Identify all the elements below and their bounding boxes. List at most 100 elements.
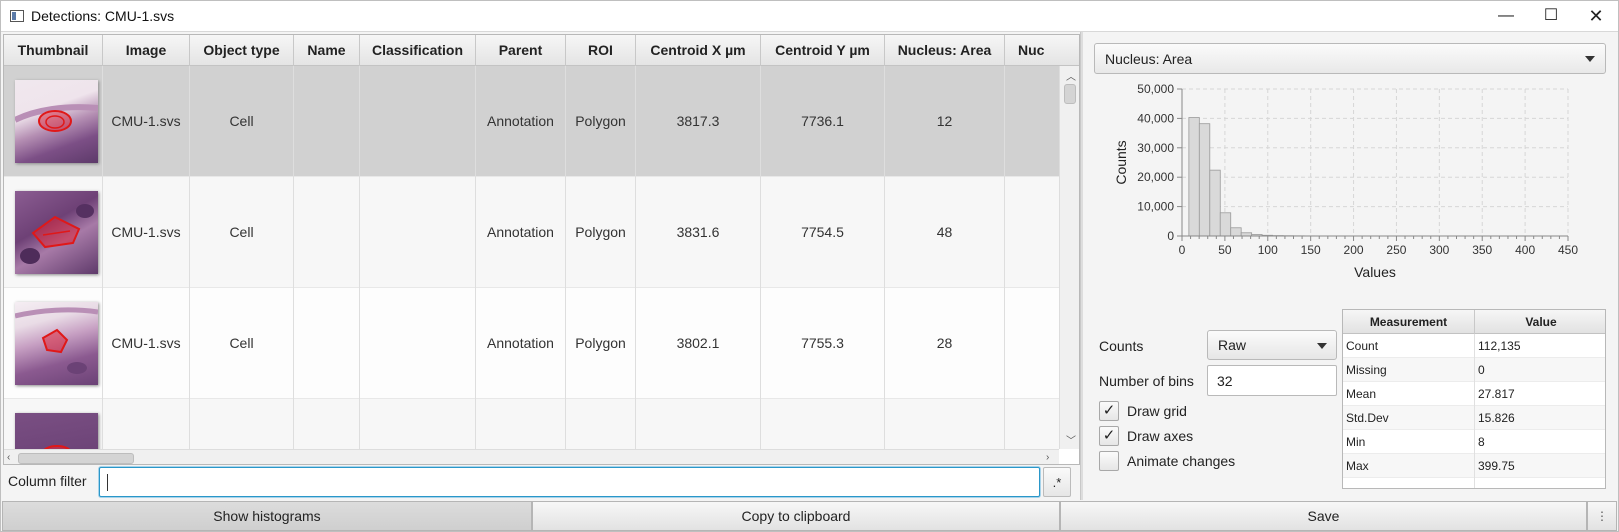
y-tick-label: 10,000 <box>1137 200 1174 214</box>
x-tick-label: 300 <box>1429 243 1449 257</box>
maximize-button[interactable]: ☐ <box>1528 1 1574 32</box>
centroid-y-cell: 7736.1 <box>761 66 885 177</box>
bins-input-value: 32 <box>1217 373 1233 389</box>
image-cell: CMU-1.svs <box>103 177 190 288</box>
roi-cell: Polygon <box>566 66 636 177</box>
copy-to-clipboard-button[interactable]: Copy to clipboard <box>532 501 1060 531</box>
stats-value: 27.817 <box>1478 387 1515 401</box>
table-horizontal-scrollbar[interactable]: ‹ › <box>4 449 1059 464</box>
detections-window: Detections: CMU-1.svs — ☐ ✕ Thumbnail Im… <box>0 0 1619 532</box>
y-tick-label: 20,000 <box>1137 170 1174 184</box>
histogram-chart: 0 50 100 150 200 250 300 350 400 450 0 10,000 20,000… <box>1113 82 1578 280</box>
table-row[interactable] <box>4 399 1059 449</box>
draw-axes-label: Draw axes <box>1127 428 1194 444</box>
bins-input[interactable]: 32 <box>1207 365 1337 396</box>
table-vertical-scrollbar[interactable]: ︿ ﹀ <box>1059 66 1079 449</box>
chevron-down-icon <box>1317 343 1327 349</box>
thumbnail-cell <box>4 399 103 449</box>
x-tick-label: 0 <box>1179 243 1186 257</box>
title-bar: Detections: CMU-1.svs — ☐ ✕ <box>1 1 1618 32</box>
centroid-y-cell <box>761 399 885 449</box>
thumbnail-cell <box>4 177 103 288</box>
histogram-bar <box>1198 123 1211 237</box>
vertical-scroll-thumb[interactable] <box>1064 84 1076 104</box>
draw-grid-label: Draw grid <box>1127 403 1187 419</box>
table-header: Thumbnail Image Object type Name Classif… <box>4 35 1079 66</box>
show-histograms-button[interactable]: Show histograms <box>2 501 532 531</box>
stats-row-empty <box>1343 478 1605 488</box>
image-cell <box>103 399 190 449</box>
centroid-y-cell: 7754.5 <box>761 177 885 288</box>
col-header-classification[interactable]: Classification <box>360 35 476 66</box>
stats-col-value[interactable]: Value <box>1475 310 1605 334</box>
close-button[interactable]: ✕ <box>1573 1 1619 32</box>
col-header-object-type[interactable]: Object type <box>190 35 294 66</box>
measurement-select[interactable]: Nucleus: Area <box>1094 43 1606 74</box>
scroll-down-arrow-icon[interactable]: ﹀ <box>1066 432 1076 447</box>
stats-value: 0 <box>1478 363 1485 377</box>
classification-cell <box>360 66 476 177</box>
window-title: Detections: CMU-1.svs <box>31 8 175 24</box>
table-body: CMU-1.svs Cell Annotation Polygon 3817.3… <box>4 66 1059 449</box>
cell-thumbnail-image <box>15 413 98 449</box>
stats-measurement <box>1343 478 1475 488</box>
table-row[interactable]: CMU-1.svs Cell Annotation Polygon 3831.6… <box>4 177 1059 288</box>
roi-cell: Polygon <box>566 177 636 288</box>
y-tick-label: 0 <box>1167 229 1174 243</box>
scroll-up-arrow-icon[interactable]: ︿ <box>1066 68 1076 83</box>
statistics-header: Measurement Value <box>1343 310 1605 334</box>
regex-toggle-button[interactable]: .* <box>1043 467 1071 497</box>
col-header-centroid-y[interactable]: Centroid Y µm <box>761 35 885 66</box>
nucleus-area-cell: 48 <box>885 177 1005 288</box>
col-header-name[interactable]: Name <box>294 35 360 66</box>
horizontal-scroll-thumb[interactable] <box>18 453 134 464</box>
parent-cell: Annotation <box>476 177 566 288</box>
stats-row: Max 399.75 <box>1343 454 1605 478</box>
counts-select[interactable]: Raw <box>1207 330 1337 360</box>
x-tick-label: 450 <box>1558 243 1578 257</box>
column-filter-input[interactable] <box>99 467 1040 497</box>
centroid-x-cell: 3817.3 <box>636 66 761 177</box>
classification-cell <box>360 177 476 288</box>
x-tick-label: 150 <box>1301 243 1321 257</box>
x-tick-label: 400 <box>1515 243 1535 257</box>
save-button[interactable]: Save <box>1060 501 1587 531</box>
col-header-nucleus-area[interactable]: Nucleus: Area <box>885 35 1005 66</box>
histogram-bar <box>1230 227 1242 237</box>
animate-changes-checkbox[interactable] <box>1099 451 1119 471</box>
parent-cell <box>476 399 566 449</box>
table-row[interactable]: CMU-1.svs Cell Annotation Polygon 3802.1… <box>4 288 1059 399</box>
y-axis-label: Counts <box>1113 140 1129 184</box>
text-caret <box>107 474 108 491</box>
col-header-roi[interactable]: ROI <box>566 35 636 66</box>
col-header-nucleus-partial[interactable]: Nuc <box>1005 35 1079 66</box>
more-options-icon[interactable]: ⋮ <box>1587 501 1617 531</box>
panel-splitter[interactable] <box>1080 32 1083 500</box>
minimize-button[interactable]: — <box>1483 1 1529 32</box>
measurement-select-value: Nucleus: Area <box>1105 51 1193 67</box>
roi-cell <box>566 399 636 449</box>
stats-value: 15.826 <box>1478 411 1515 425</box>
stats-measurement: Missing <box>1343 358 1475 382</box>
col-header-centroid-x[interactable]: Centroid X µm <box>636 35 761 66</box>
nucleus-partial-cell <box>1005 399 1059 449</box>
histogram-bar <box>1219 212 1232 237</box>
draw-grid-checkbox[interactable]: ✓ <box>1099 401 1119 421</box>
scroll-right-arrow-icon[interactable]: › <box>1046 452 1049 463</box>
scroll-left-arrow-icon[interactable]: ‹ <box>7 452 10 463</box>
draw-axes-checkbox[interactable]: ✓ <box>1099 426 1119 446</box>
histogram-bar <box>1188 117 1200 237</box>
col-header-thumbnail[interactable]: Thumbnail <box>4 35 103 66</box>
column-filter-label: Column filter <box>8 473 87 489</box>
col-header-parent[interactable]: Parent <box>476 35 566 66</box>
nucleus-partial-cell <box>1005 288 1059 399</box>
classification-cell <box>360 399 476 449</box>
thumbnail-cell <box>4 66 103 177</box>
animate-changes-label: Animate changes <box>1127 453 1236 469</box>
object-type-cell: Cell <box>190 66 294 177</box>
stats-row: Count 112,135 <box>1343 334 1605 358</box>
table-row[interactable]: CMU-1.svs Cell Annotation Polygon 3817.3… <box>4 66 1059 177</box>
stats-col-measurement[interactable]: Measurement <box>1343 310 1475 334</box>
col-header-image[interactable]: Image <box>103 35 190 66</box>
x-tick-label: 350 <box>1472 243 1492 257</box>
